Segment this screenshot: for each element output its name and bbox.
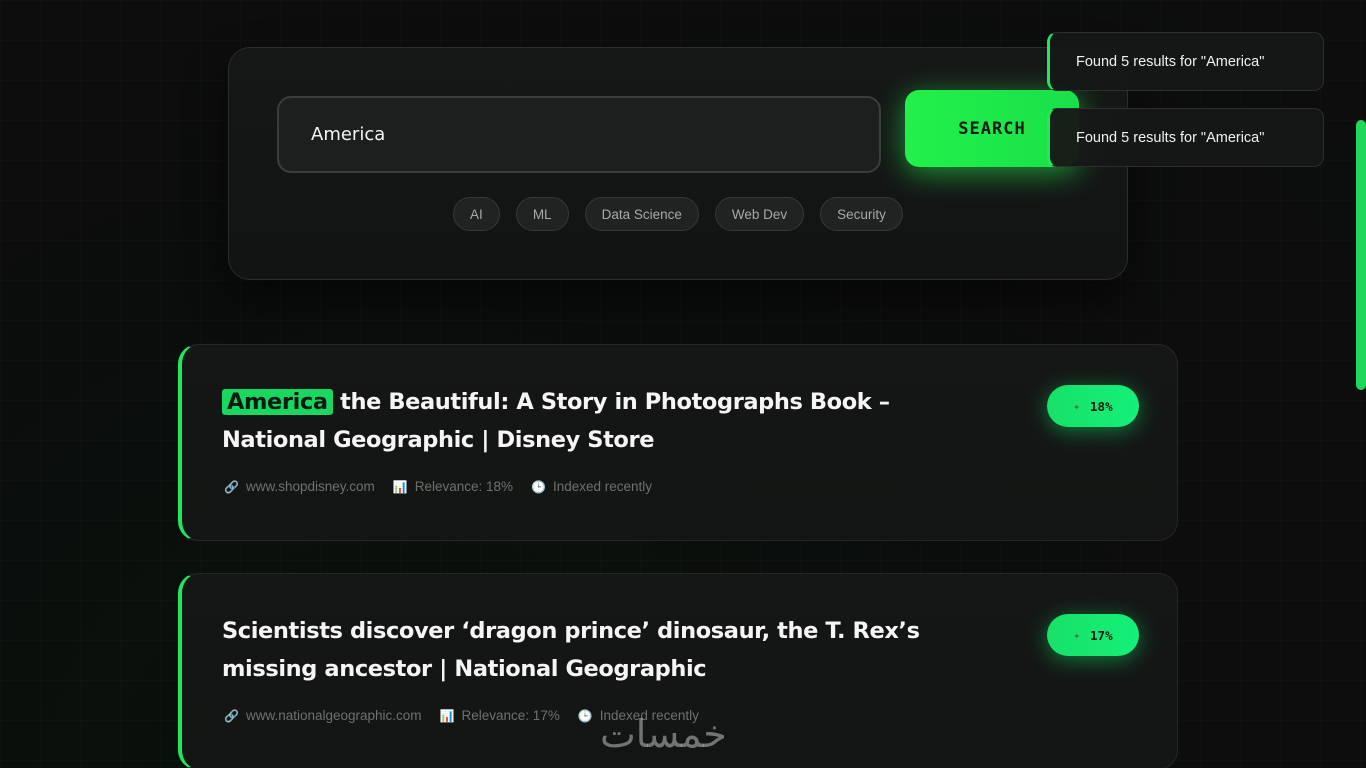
result-url-text: www.shopdisney.com <box>245 479 375 494</box>
search-input[interactable] <box>277 96 881 173</box>
result-indexed-text: Indexed recently <box>552 479 653 494</box>
scrollbar-thumb[interactable] <box>1356 120 1366 390</box>
toast-message: Found 5 results for "America" <box>1076 129 1265 146</box>
result-title[interactable]: America the Beautiful: A Story in Photog… <box>222 383 982 459</box>
result-card[interactable]: America the Beautiful: A Story in Photog… <box>178 344 1178 541</box>
link-icon: 🔗 <box>224 708 239 723</box>
result-indexed: 🕒 Indexed recently <box>531 479 652 494</box>
search-panel: SEARCH AI ML Data Science Web Dev Securi… <box>228 47 1128 280</box>
toast-notification: Found 5 results for "America" <box>1047 32 1324 91</box>
toast-message: Found 5 results for "America" <box>1076 53 1265 70</box>
result-meta: 🔗 www.shopdisney.com 📊 Relevance: 18% 🕒 Ind… <box>224 479 652 494</box>
tag-data-science[interactable]: Data Science <box>584 197 699 231</box>
relevance-badge: ✦ 17% <box>1047 614 1139 656</box>
tag-ml[interactable]: ML <box>515 197 569 231</box>
clock-icon: 🕒 <box>577 708 593 723</box>
result-relevance-text: Relevance: 17% <box>461 708 560 723</box>
query-highlight: America <box>222 389 333 415</box>
result-relevance: 📊 Relevance: 18% <box>393 479 513 494</box>
relevance-badge: ✦ 18% <box>1047 385 1139 427</box>
link-icon: 🔗 <box>224 479 239 494</box>
sparkle-icon: ✦ <box>1073 399 1081 413</box>
tag-ai[interactable]: AI <box>453 197 500 231</box>
tag-security[interactable]: Security <box>820 197 903 231</box>
tag-web-dev[interactable]: Web Dev <box>714 197 805 231</box>
result-url[interactable]: 🔗 www.shopdisney.com <box>224 479 375 494</box>
result-title[interactable]: Scientists discover ‘dragon prince’ dino… <box>222 612 982 688</box>
sparkle-icon: ✦ <box>1073 628 1081 642</box>
relevance-badge-value: 18% <box>1090 398 1113 414</box>
relevance-badge-value: 17% <box>1090 627 1113 643</box>
watermark-logo: خمسات <box>600 712 727 756</box>
tag-list: AI ML Data Science Web Dev Security <box>229 197 1127 231</box>
chart-icon: 📊 <box>392 479 408 494</box>
result-relevance: 📊 Relevance: 17% <box>440 708 560 723</box>
result-relevance-text: Relevance: 18% <box>414 479 514 494</box>
result-url[interactable]: 🔗 www.nationalgeographic.com <box>224 708 422 723</box>
clock-icon: 🕒 <box>531 479 546 494</box>
toast-notification: Found 5 results for "America" <box>1047 108 1324 167</box>
result-title-text: Scientists discover ‘dragon prince’ dino… <box>222 618 920 682</box>
result-url-text: www.nationalgeographic.com <box>245 708 422 723</box>
chart-icon: 📊 <box>439 708 455 723</box>
